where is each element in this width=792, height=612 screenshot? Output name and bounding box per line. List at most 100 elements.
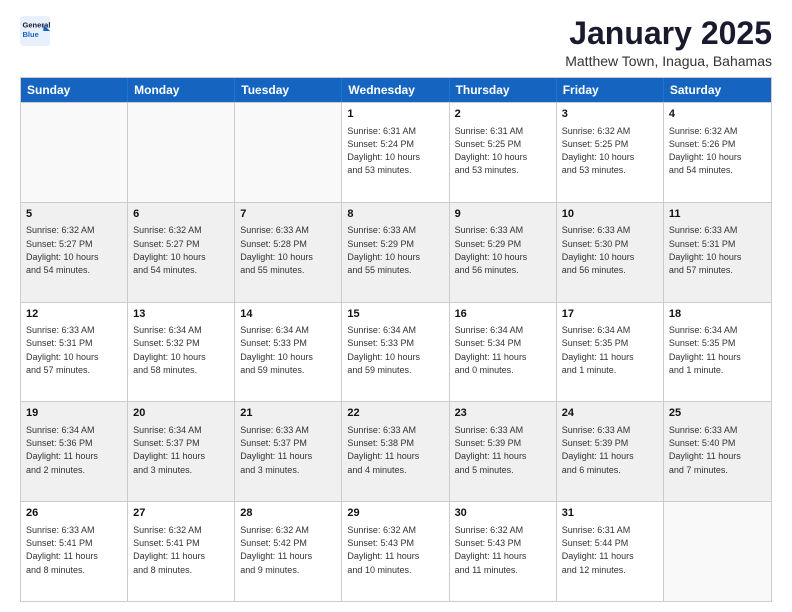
day-number: 27 [133, 506, 229, 521]
calendar-row-1: 1Sunrise: 6:31 AM Sunset: 5:24 PM Daylig… [21, 102, 771, 202]
cal-cell-4-6: 24Sunrise: 6:33 AM Sunset: 5:39 PM Dayli… [557, 402, 664, 501]
cal-cell-3-7: 18Sunrise: 6:34 AM Sunset: 5:35 PM Dayli… [664, 303, 771, 402]
day-number: 17 [562, 307, 658, 322]
day-info: Sunrise: 6:31 AM Sunset: 5:25 PM Dayligh… [455, 126, 528, 176]
svg-text:Blue: Blue [23, 30, 39, 39]
day-number: 25 [669, 406, 766, 421]
cal-cell-1-4: 1Sunrise: 6:31 AM Sunset: 5:24 PM Daylig… [342, 103, 449, 202]
calendar-header: SundayMondayTuesdayWednesdayThursdayFrid… [21, 78, 771, 102]
day-info: Sunrise: 6:32 AM Sunset: 5:41 PM Dayligh… [133, 525, 205, 575]
day-number: 31 [562, 506, 658, 521]
calendar-subtitle: Matthew Town, Inagua, Bahamas [565, 53, 772, 69]
day-info: Sunrise: 6:33 AM Sunset: 5:29 PM Dayligh… [347, 225, 420, 275]
cal-cell-4-4: 22Sunrise: 6:33 AM Sunset: 5:38 PM Dayli… [342, 402, 449, 501]
day-info: Sunrise: 6:34 AM Sunset: 5:37 PM Dayligh… [133, 425, 205, 475]
calendar: SundayMondayTuesdayWednesdayThursdayFrid… [20, 77, 772, 602]
cal-cell-4-7: 25 Sunrise: 6:33 AM Sunset: 5:40 PM Dayli… [664, 402, 771, 501]
cal-cell-4-3: 21 Sunrise: 6:33 AM Sunset: 5:37 PM Dayli… [235, 402, 342, 501]
cal-cell-2-6: 10Sunrise: 6:33 AM Sunset: 5:30 PM Dayli… [557, 203, 664, 302]
day-info: Sunrise: 6:33 AM Sunset: 5:39 PM Dayligh… [562, 425, 634, 475]
header-day-wednesday: Wednesday [342, 78, 449, 102]
day-info: Sunrise: 6:32 AM Sunset: 5:42 PM Dayligh… [240, 525, 312, 575]
day-info: Sunrise: 6:34 AM Sunset: 5:35 PM Dayligh… [669, 325, 741, 375]
cal-cell-2-1: 5Sunrise: 6:32 AM Sunset: 5:27 PM Daylig… [21, 203, 128, 302]
day-info: Sunrise: 6:34 AM Sunset: 5:32 PM Dayligh… [133, 325, 206, 375]
day-number: 12 [26, 307, 122, 322]
header-day-saturday: Saturday [664, 78, 771, 102]
cal-cell-1-1 [21, 103, 128, 202]
cal-cell-4-2: 20 Sunrise: 6:34 AM Sunset: 5:37 PM Dayli… [128, 402, 235, 501]
cal-cell-1-5: 2Sunrise: 6:31 AM Sunset: 5:25 PM Daylig… [450, 103, 557, 202]
day-info: Sunrise: 6:34 AM Sunset: 5:33 PM Dayligh… [240, 325, 313, 375]
day-number: 6 [133, 207, 229, 222]
day-number: 19 [26, 406, 122, 421]
day-info: Sunrise: 6:32 AM Sunset: 5:43 PM Dayligh… [347, 525, 419, 575]
cal-cell-3-4: 15 Sunrise: 6:34 AM Sunset: 5:33 PM Dayli… [342, 303, 449, 402]
cal-cell-3-5: 16Sunrise: 6:34 AM Sunset: 5:34 PM Dayli… [450, 303, 557, 402]
day-info: Sunrise: 6:34 AM Sunset: 5:36 PM Dayligh… [26, 425, 98, 475]
cal-cell-4-5: 23 Sunrise: 6:33 AM Sunset: 5:39 PM Dayli… [450, 402, 557, 501]
day-info: Sunrise: 6:32 AM Sunset: 5:25 PM Dayligh… [562, 126, 635, 176]
calendar-row-3: 12 Sunrise: 6:33 AM Sunset: 5:31 PM Dayli… [21, 302, 771, 402]
cal-cell-3-1: 12 Sunrise: 6:33 AM Sunset: 5:31 PM Dayli… [21, 303, 128, 402]
cal-cell-5-7 [664, 502, 771, 601]
day-info: Sunrise: 6:31 AM Sunset: 5:24 PM Dayligh… [347, 126, 420, 176]
logo-icon: General Blue [20, 16, 50, 46]
cal-cell-5-5: 30 Sunrise: 6:32 AM Sunset: 5:43 PM Dayli… [450, 502, 557, 601]
title-block: January 2025 Matthew Town, Inagua, Baham… [565, 16, 772, 69]
day-number: 26 [26, 506, 122, 521]
day-number: 11 [669, 207, 766, 222]
header-day-tuesday: Tuesday [235, 78, 342, 102]
day-info: Sunrise: 6:33 AM Sunset: 5:40 PM Dayligh… [669, 425, 741, 475]
page: General Blue January 2025 Matthew Town, … [0, 0, 792, 612]
day-info: Sunrise: 6:34 AM Sunset: 5:35 PM Dayligh… [562, 325, 634, 375]
day-number: 15 [347, 307, 443, 322]
day-number: 10 [562, 207, 658, 222]
day-number: 23 [455, 406, 551, 421]
day-number: 13 [133, 307, 229, 322]
day-number: 3 [562, 107, 658, 122]
day-info: Sunrise: 6:33 AM Sunset: 5:41 PM Dayligh… [26, 525, 98, 575]
day-number: 16 [455, 307, 551, 322]
cal-cell-5-6: 31Sunrise: 6:31 AM Sunset: 5:44 PM Dayli… [557, 502, 664, 601]
day-info: Sunrise: 6:33 AM Sunset: 5:39 PM Dayligh… [455, 425, 527, 475]
cal-cell-1-6: 3 Sunrise: 6:32 AM Sunset: 5:25 PM Daylig… [557, 103, 664, 202]
cal-cell-2-7: 11 Sunrise: 6:33 AM Sunset: 5:31 PM Dayli… [664, 203, 771, 302]
header-day-sunday: Sunday [21, 78, 128, 102]
cal-cell-3-2: 13 Sunrise: 6:34 AM Sunset: 5:32 PM Dayli… [128, 303, 235, 402]
day-info: Sunrise: 6:33 AM Sunset: 5:31 PM Dayligh… [669, 225, 742, 275]
calendar-title: January 2025 [565, 16, 772, 51]
cal-cell-2-5: 9Sunrise: 6:33 AM Sunset: 5:29 PM Daylig… [450, 203, 557, 302]
day-number: 29 [347, 506, 443, 521]
day-number: 9 [455, 207, 551, 222]
cal-cell-5-3: 28Sunrise: 6:32 AM Sunset: 5:42 PM Dayli… [235, 502, 342, 601]
cal-cell-5-1: 26 Sunrise: 6:33 AM Sunset: 5:41 PM Dayli… [21, 502, 128, 601]
calendar-row-5: 26 Sunrise: 6:33 AM Sunset: 5:41 PM Dayli… [21, 501, 771, 601]
cal-cell-2-3: 7Sunrise: 6:33 AM Sunset: 5:28 PM Daylig… [235, 203, 342, 302]
cal-cell-1-7: 4Sunrise: 6:32 AM Sunset: 5:26 PM Daylig… [664, 103, 771, 202]
day-info: Sunrise: 6:33 AM Sunset: 5:37 PM Dayligh… [240, 425, 312, 475]
day-number: 22 [347, 406, 443, 421]
day-info: Sunrise: 6:32 AM Sunset: 5:27 PM Dayligh… [26, 225, 99, 275]
calendar-row-4: 19 Sunrise: 6:34 AM Sunset: 5:36 PM Dayli… [21, 401, 771, 501]
day-number: 4 [669, 107, 766, 122]
day-number: 20 [133, 406, 229, 421]
calendar-row-2: 5Sunrise: 6:32 AM Sunset: 5:27 PM Daylig… [21, 202, 771, 302]
cal-cell-4-1: 19 Sunrise: 6:34 AM Sunset: 5:36 PM Dayli… [21, 402, 128, 501]
logo: General Blue [20, 16, 50, 46]
day-number: 21 [240, 406, 336, 421]
day-info: Sunrise: 6:34 AM Sunset: 5:33 PM Dayligh… [347, 325, 420, 375]
day-number: 8 [347, 207, 443, 222]
day-number: 30 [455, 506, 551, 521]
day-info: Sunrise: 6:32 AM Sunset: 5:27 PM Dayligh… [133, 225, 206, 275]
day-info: Sunrise: 6:33 AM Sunset: 5:31 PM Dayligh… [26, 325, 99, 375]
day-number: 14 [240, 307, 336, 322]
day-info: Sunrise: 6:32 AM Sunset: 5:43 PM Dayligh… [455, 525, 527, 575]
calendar-body: 1Sunrise: 6:31 AM Sunset: 5:24 PM Daylig… [21, 102, 771, 601]
cal-cell-3-6: 17 Sunrise: 6:34 AM Sunset: 5:35 PM Dayli… [557, 303, 664, 402]
cal-cell-5-2: 27 Sunrise: 6:32 AM Sunset: 5:41 PM Dayli… [128, 502, 235, 601]
cal-cell-5-4: 29 Sunrise: 6:32 AM Sunset: 5:43 PM Dayli… [342, 502, 449, 601]
cal-cell-1-3 [235, 103, 342, 202]
day-number: 7 [240, 207, 336, 222]
header: General Blue January 2025 Matthew Town, … [20, 16, 772, 69]
